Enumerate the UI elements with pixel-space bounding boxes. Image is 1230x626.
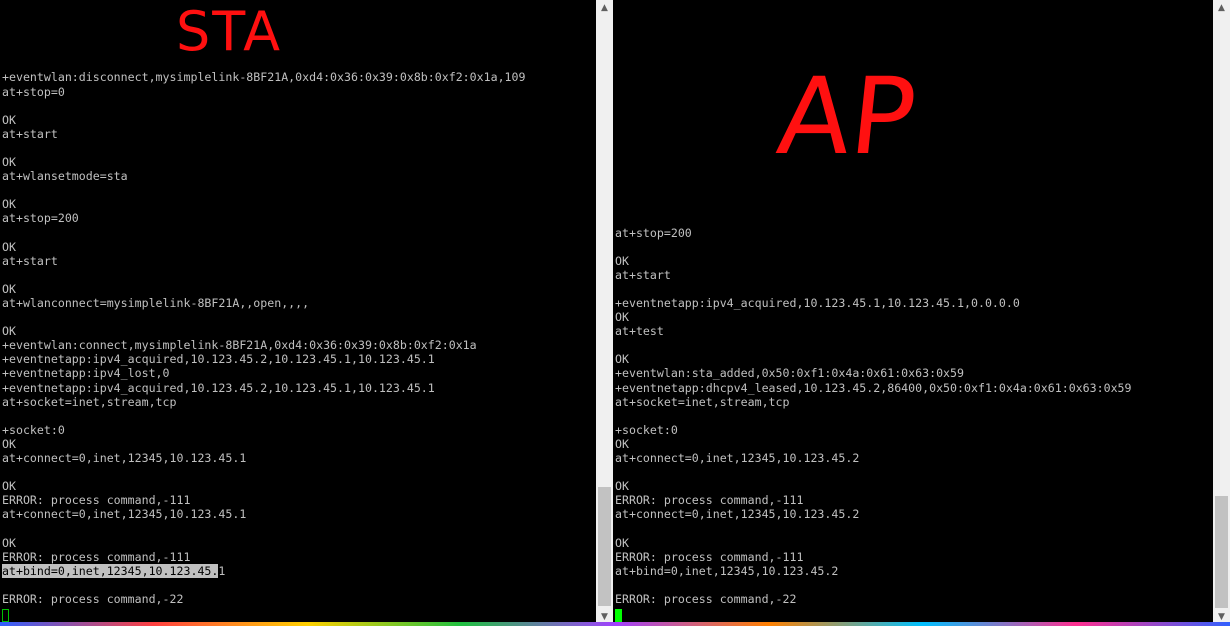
ap-handwritten-annotation: AP [772, 55, 922, 178]
terminal-line: +socket:0 [2, 422, 65, 437]
scroll-up-arrow-icon[interactable]: ▲ [1213, 0, 1230, 17]
terminal-line: +eventwlan:disconnect,mysimplelink-8BF21… [2, 70, 526, 85]
unselected-text: 1 [218, 563, 226, 578]
sta-handwritten-annotation: STA [176, 0, 283, 63]
terminal-line: OK [2, 324, 16, 339]
terminal-line: OK [2, 436, 16, 451]
terminal-line: at+socket=inet,stream,tcp [2, 394, 177, 409]
terminal-line: at+connect=0,inet,12345,10.123.45.2 [615, 451, 860, 465]
selected-terminal-line[interactable]: at+bind=0,inet,12345,10.123.45.1 [2, 563, 526, 578]
terminal-line: at+stop=200 [615, 225, 692, 240]
terminal-line: at+bind=0,inet,12345,10.123.45.2 [615, 563, 839, 578]
ap-terminal-cursor [615, 609, 622, 622]
terminal-line: ERROR: process command,-111 [2, 493, 191, 508]
terminal-line: OK [615, 253, 629, 268]
terminal-line: at+connect=0,inet,12345,10.123.45.2 [615, 507, 860, 522]
terminal-line: at+wlansetmode=sta [2, 169, 128, 184]
terminal-line: OK [615, 436, 629, 451]
terminal-line: OK [615, 352, 629, 367]
terminal-line: ERROR: process command,-22 [2, 591, 184, 606]
terminal-line: OK [615, 310, 629, 325]
terminal-line: +eventnetapp:dhcpv4_leased,10.123.45.2,8… [615, 380, 1132, 395]
terminal-line: at+connect=0,inet,12345,10.123.45.1 [2, 507, 247, 522]
terminal-line: OK [615, 535, 629, 550]
taskbar-edge-strip [0, 622, 1230, 626]
terminal-line: +eventnetapp:ipv4_acquired,10.123.45.1,1… [615, 295, 1020, 310]
terminal-line: OK [2, 239, 16, 254]
terminal-line: at+socket=inet,stream,tcp [615, 394, 790, 409]
selected-text[interactable]: at+bind=0,inet,12345,10.123.45. [2, 563, 219, 578]
sta-terminal-window[interactable]: +eventwlan:disconnect,mysimplelink-8BF21… [0, 0, 596, 626]
terminal-line: +eventnetapp:ipv4_acquired,10.123.45.2,1… [2, 380, 435, 395]
sta-terminal-output[interactable]: +eventwlan:disconnect,mysimplelink-8BF21… [2, 0, 526, 606]
sta-terminal-scrollbar[interactable]: ▲ ▼ [596, 0, 613, 626]
terminal-line: at+wlanconnect=mysimplelink-8BF21A,,open… [2, 295, 310, 310]
terminal-line: +socket:0 [615, 422, 678, 437]
terminal-line: ERROR: process command,-111 [615, 549, 804, 564]
sta-terminal-cursor [2, 609, 9, 622]
terminal-line: OK [2, 197, 16, 212]
scrollbar-thumb[interactable] [598, 487, 611, 606]
terminal-line: OK [2, 479, 16, 494]
terminal-line: +eventwlan:connect,mysimplelink-8BF21A,0… [2, 338, 477, 353]
terminal-line: OK [2, 281, 16, 296]
terminal-line: OK [2, 112, 16, 127]
scrollbar-thumb[interactable] [1215, 496, 1228, 608]
terminal-line: +eventnetapp:ipv4_lost,0 [2, 366, 170, 381]
terminal-line: OK [2, 155, 16, 170]
terminal-line: +eventnetapp:ipv4_acquired,10.123.45.2,1… [2, 352, 435, 367]
terminal-line: OK [2, 535, 16, 550]
terminal-line: ERROR: process command,-111 [615, 493, 804, 508]
ap-terminal-scrollbar[interactable]: ▲ ▼ [1213, 0, 1230, 626]
terminal-line: ERROR: process command,-111 [2, 549, 191, 564]
terminal-line: at+start [615, 267, 671, 282]
terminal-line: at+connect=0,inet,12345,10.123.45.1 [2, 451, 247, 465]
terminal-line: ERROR: process command,-22 [615, 591, 797, 606]
terminal-line: at+start [2, 126, 58, 141]
terminal-line: at+start [2, 253, 58, 268]
terminal-line: at+stop=0 [2, 84, 65, 99]
terminal-line: at+test [615, 324, 664, 339]
scroll-up-arrow-icon[interactable]: ▲ [596, 0, 613, 17]
terminal-line: OK [615, 479, 629, 494]
terminal-line: at+stop=200 [2, 211, 79, 226]
terminal-line: +eventwlan:sta_added,0x50:0xf1:0x4a:0x61… [615, 366, 965, 381]
